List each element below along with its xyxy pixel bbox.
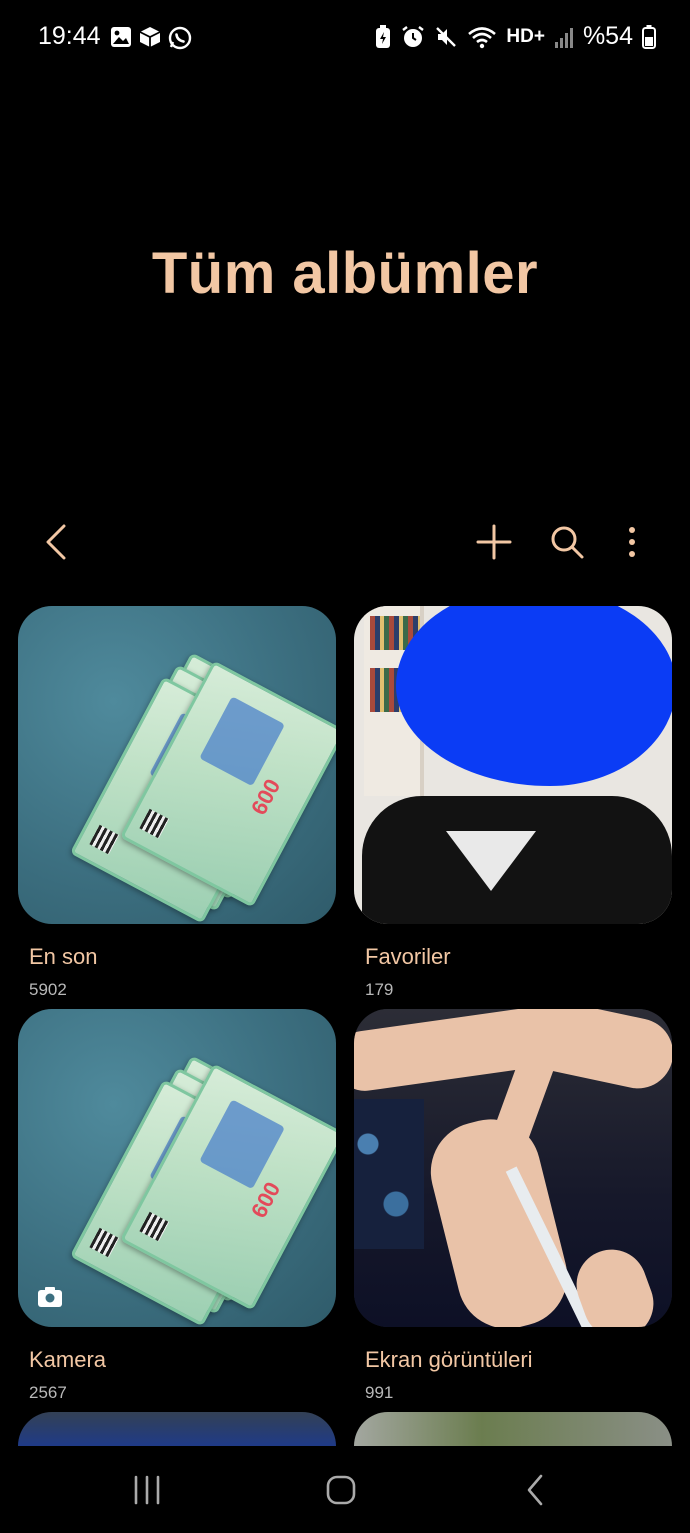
album-count: 2567 [29,1383,67,1402]
album-thumbnail[interactable] [354,1412,672,1448]
back-icon [46,524,66,560]
search-icon [551,526,584,559]
toolbar [0,512,690,572]
album-thumbnail[interactable]: 600 600 600 600 [18,606,336,924]
hd-plus-icon: HD+ [506,25,545,47]
system-status-icons: HD+ %54 [374,22,656,51]
search-button[interactable] [545,520,589,564]
album-name: Ekran görüntüleri [365,1347,533,1372]
signal-icon [554,27,573,48]
back-nav-icon [527,1474,543,1506]
package-icon [139,27,161,47]
whatsapp-icon [168,26,192,50]
album-card[interactable]: 600 600 600 600 En son 5902 [18,606,336,1000]
gallery-icon [111,27,131,47]
recent-apps-button[interactable] [122,1468,172,1512]
album-thumbnail[interactable] [18,1412,336,1448]
back-button[interactable] [34,520,78,564]
more-options-icon [629,527,635,557]
album-name: En son [29,944,98,969]
alarm-icon [402,25,425,47]
add-album-button[interactable] [472,520,516,564]
album-card[interactable] [354,1412,672,1448]
sweater-image [362,796,672,924]
add-icon [476,524,512,560]
wifi-icon [468,26,497,48]
home-icon [326,1475,356,1505]
redaction-blob [396,606,672,786]
recent-apps-icon [134,1475,160,1505]
album-name: Favoriler [365,944,451,969]
home-button[interactable] [316,1468,366,1512]
mute-icon [436,26,457,47]
album-name: Kamera [29,1347,107,1372]
navigation-bar [0,1446,690,1533]
album-count: 991 [365,1383,394,1402]
album-card[interactable] [18,1412,336,1448]
album-count: 179 [365,980,394,999]
battery-percent: %54 [582,22,633,50]
album-thumbnail[interactable] [354,606,672,924]
album-card[interactable]: Ekran görüntüleri 991 [354,1009,672,1403]
back-nav-button[interactable] [510,1468,560,1512]
page-title: Tüm albümler [151,241,539,306]
more-options-button[interactable] [610,520,654,564]
album-count: 5902 [29,980,67,999]
status-bar: 19:44 HD+ %54 [0,0,690,76]
album-thumbnail[interactable] [354,1009,672,1327]
status-time: 19:44 [38,22,101,50]
battery-icon [642,24,656,49]
notification-icons [110,26,192,50]
camera-icon [38,1287,62,1307]
album-card[interactable]: 600 600 600 600 Kamera 2567 [18,1009,336,1403]
album-card[interactable]: Favoriler 179 [354,606,672,1000]
battery-saver-icon [376,24,391,48]
album-thumbnail[interactable]: 600 600 600 600 [18,1009,336,1327]
patterned-fabric [354,1099,424,1249]
